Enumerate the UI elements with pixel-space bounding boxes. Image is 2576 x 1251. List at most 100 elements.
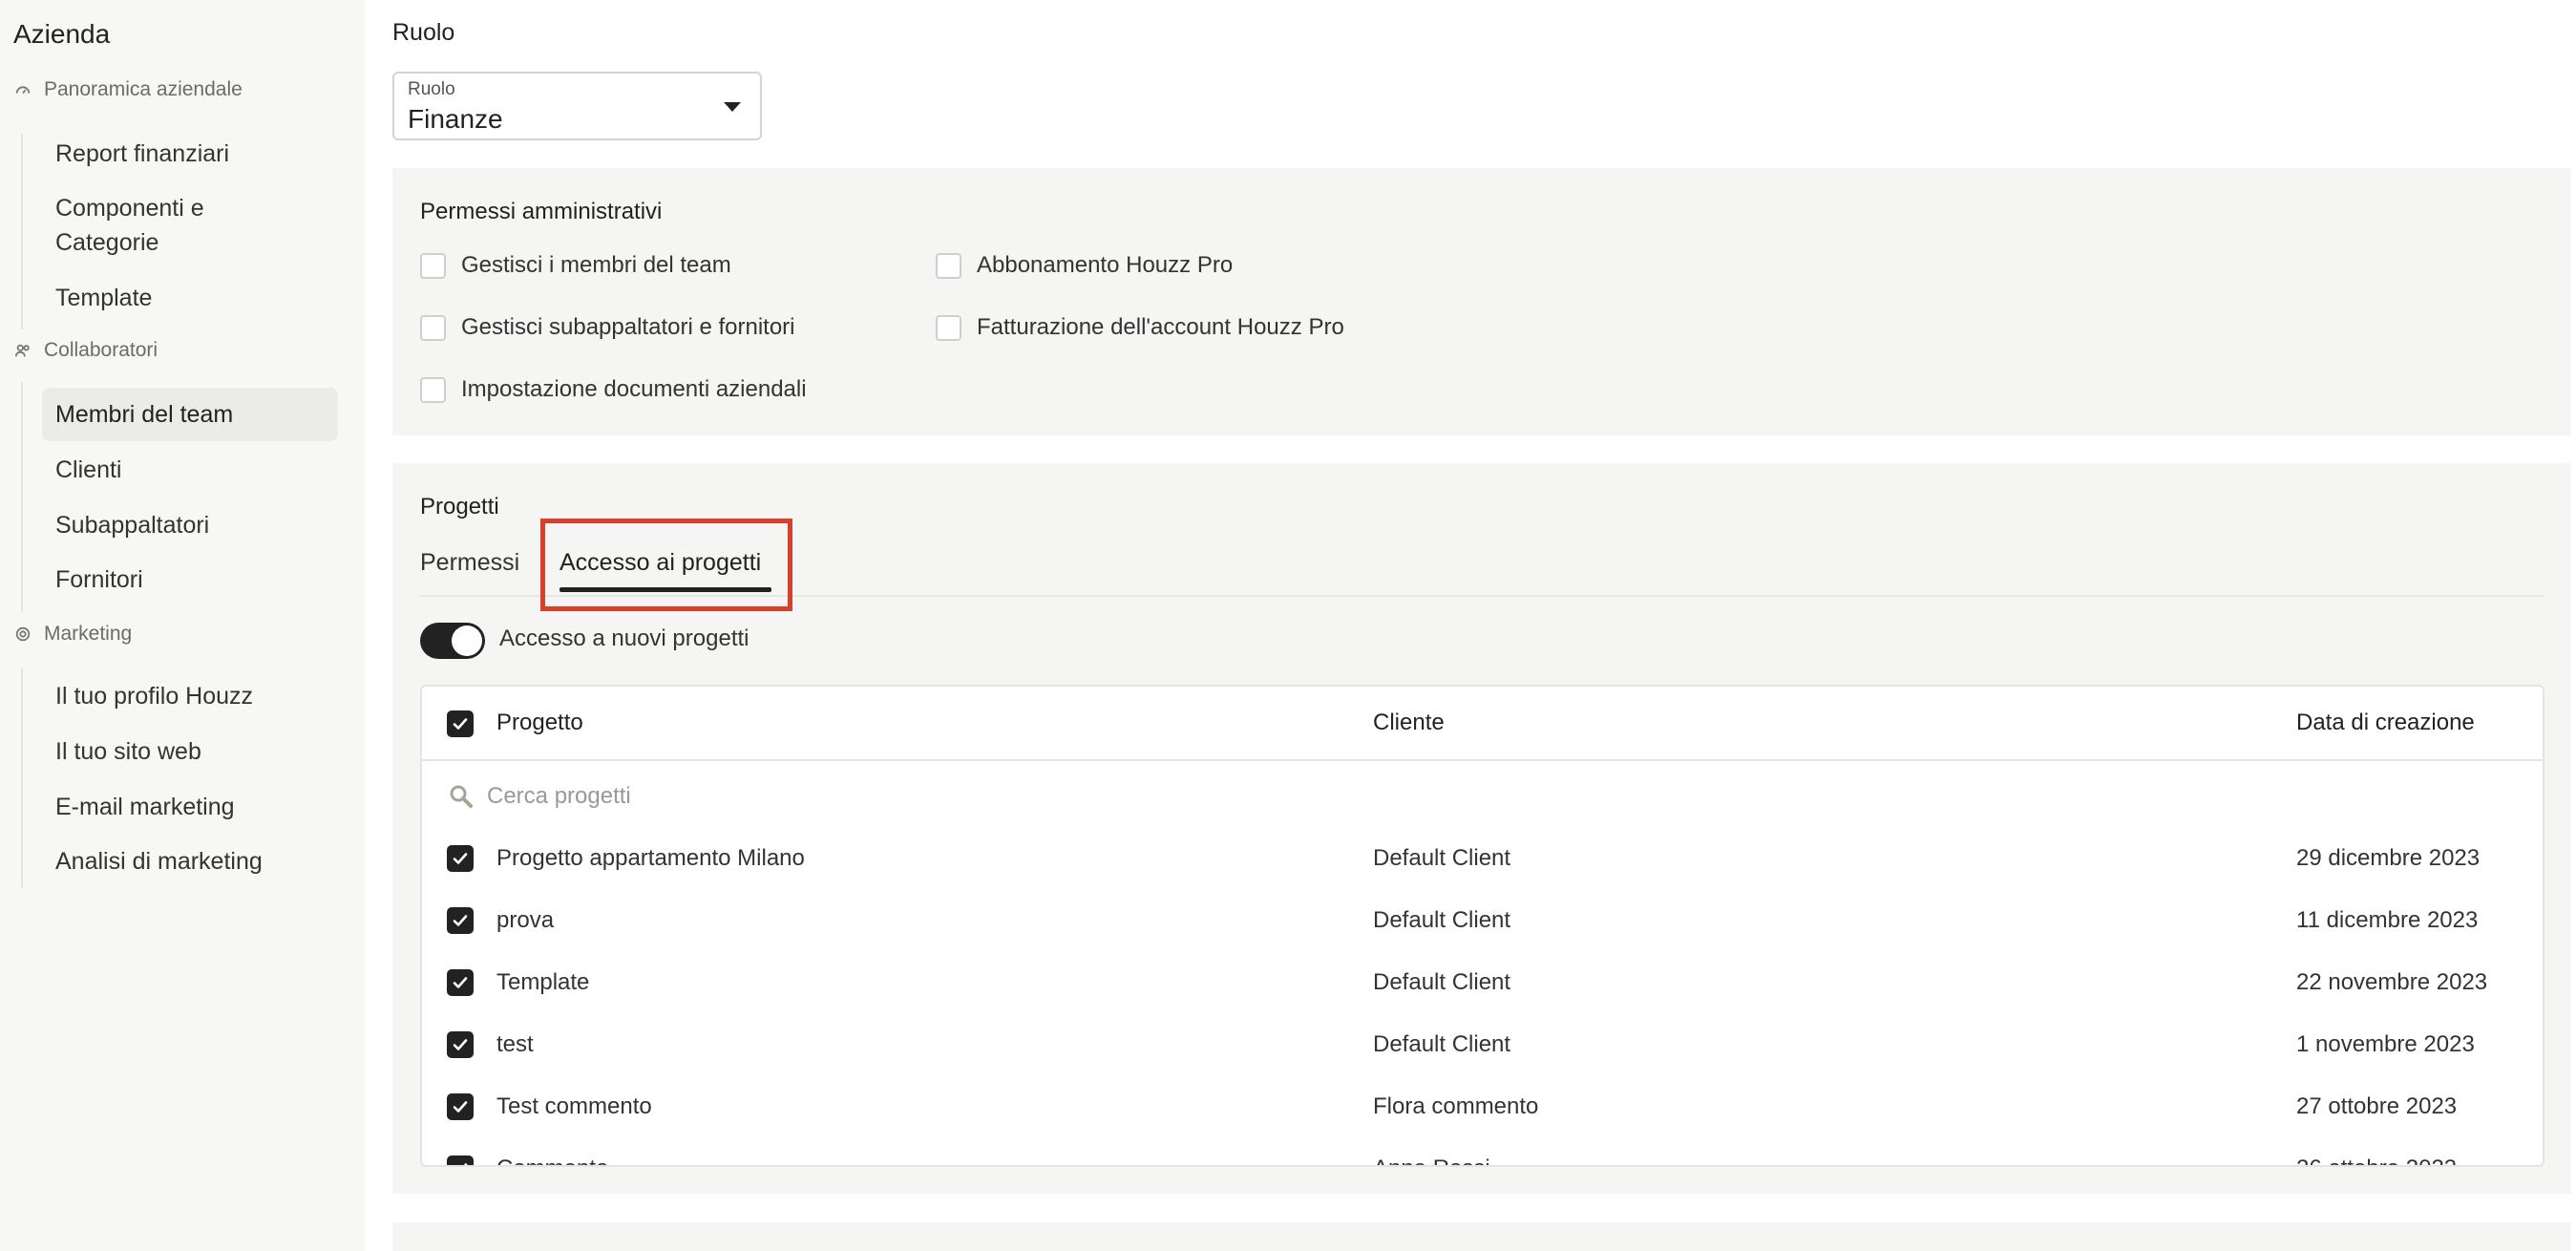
sidebar-item-membri-del-team[interactable]: Membri del team — [42, 388, 338, 441]
table-row[interactable]: Template Default Client 22 novembre 2023 — [422, 952, 2543, 1014]
role-select[interactable]: Ruolo Finanze — [392, 72, 762, 140]
check-icon — [453, 1101, 468, 1113]
projects-title: Progetti — [420, 494, 499, 519]
checkbox-label: Gestisci subappaltatori e fornitori — [461, 314, 795, 340]
cell-project: test — [496, 1031, 534, 1057]
sidebar-item-report-finanziari[interactable]: Report finanziari — [42, 137, 338, 171]
cell-client: Default Client — [1373, 907, 1511, 933]
sidebar-section-label: Collaboratori — [44, 339, 158, 361]
column-header-cliente[interactable]: Cliente — [1373, 710, 1445, 736]
column-header-data[interactable]: Data di creazione — [2296, 710, 2475, 736]
sidebar: Azienda Panoramica aziendale Report fina… — [0, 0, 365, 1251]
table-row[interactable]: Commento Anna Rossi 26 ottobre 2023 — [422, 1138, 2543, 1165]
check-icon — [453, 853, 468, 864]
sidebar-item-label: Clienti — [55, 456, 122, 483]
checkbox-label: Fatturazione dell'account Houzz Pro — [977, 314, 1344, 340]
row-checkbox[interactable] — [447, 1031, 474, 1058]
sidebar-item-label: Categorie — [55, 229, 159, 256]
cell-date: 1 novembre 2023 — [2296, 1031, 2475, 1057]
sidebar-group-line — [21, 382, 23, 611]
sidebar-section-panoramica[interactable]: Panoramica aziendale — [13, 78, 243, 101]
role-field-label: Ruolo — [408, 79, 455, 99]
sidebar-group-line — [21, 668, 23, 888]
cell-date: 22 novembre 2023 — [2296, 969, 2488, 995]
row-checkbox[interactable] — [447, 907, 474, 934]
role-heading: Ruolo — [392, 19, 455, 46]
sidebar-item-componenti[interactable]: Componenti e Categorie — [42, 191, 338, 260]
cell-date: 11 dicembre 2023 — [2296, 907, 2479, 933]
checkbox-account-billing[interactable]: Fatturazione dell'account Houzz Pro — [936, 314, 1344, 341]
sidebar-section-label: Panoramica aziendale — [44, 78, 243, 100]
check-icon — [453, 718, 468, 730]
check-icon — [453, 915, 468, 926]
sidebar-title: Azienda — [13, 19, 111, 49]
select-all-checkbox[interactable] — [447, 710, 474, 737]
table-row[interactable]: test Default Client 1 novembre 2023 — [422, 1014, 2543, 1076]
checkbox-houzz-subscription[interactable]: Abbonamento Houzz Pro — [936, 252, 1233, 279]
table-row[interactable]: prova Default Client 11 dicembre 2023 — [422, 890, 2543, 952]
cell-client: Anna Rossi — [1373, 1156, 1490, 1165]
sidebar-item-label: Subappaltatori — [55, 512, 210, 539]
sidebar-item-label: Analisi di marketing — [55, 848, 263, 875]
people-icon — [13, 341, 32, 360]
row-checkbox[interactable] — [447, 1093, 474, 1120]
row-checkbox[interactable] — [447, 1156, 474, 1165]
table-row[interactable]: Progetto appartamento Milano Default Cli… — [422, 828, 2543, 890]
table-row[interactable]: Test commento Flora commento 27 ottobre … — [422, 1076, 2543, 1138]
sidebar-item-profilo-houzz[interactable]: Il tuo profilo Houzz — [42, 679, 338, 713]
sidebar-item-label: Template — [55, 285, 153, 311]
checkbox-box[interactable] — [420, 252, 446, 279]
new-projects-access-toggle[interactable] — [420, 623, 485, 659]
tab-permessi[interactable]: Permessi — [420, 549, 519, 577]
sidebar-item-email-marketing[interactable]: E-mail marketing — [42, 790, 338, 824]
sidebar-section-label: Marketing — [44, 623, 133, 645]
table-header: Progetto Cliente Data di creazione — [422, 687, 2543, 761]
at-icon — [13, 625, 32, 644]
checkbox-box[interactable] — [936, 252, 961, 279]
search-placeholder: Cerca progetti — [487, 783, 631, 809]
check-icon — [463, 1163, 468, 1165]
row-checkbox[interactable] — [447, 969, 474, 996]
sidebar-item-sito-web[interactable]: Il tuo sito web — [42, 734, 338, 769]
check-icon — [453, 1039, 468, 1050]
checkbox-box[interactable] — [420, 376, 446, 403]
checkbox-manage-subcontractors[interactable]: Gestisci subappaltatori e fornitori — [420, 314, 795, 341]
checkbox-company-documents[interactable]: Impostazione documenti aziendali — [420, 376, 807, 403]
sidebar-item-label: Componenti e — [55, 195, 204, 222]
cell-project: Commento — [496, 1156, 608, 1165]
chevron-down-icon — [724, 102, 741, 112]
sidebar-section-collaboratori[interactable]: Collaboratori — [13, 339, 158, 362]
search-icon — [450, 785, 473, 808]
cell-date: 27 ottobre 2023 — [2296, 1093, 2458, 1119]
sidebar-group-line — [21, 134, 23, 329]
cell-project: prova — [496, 907, 555, 933]
checkbox-manage-team[interactable]: Gestisci i membri del team — [420, 252, 731, 279]
sidebar-item-label: Report finanziari — [55, 140, 230, 167]
check-icon — [453, 977, 468, 988]
sidebar-item-fornitori[interactable]: Fornitori — [42, 562, 338, 597]
projects-table: Progetto Cliente Data di creazione Cerca… — [420, 685, 2544, 1167]
cell-project: Test commento — [496, 1093, 652, 1119]
checkbox-box[interactable] — [420, 314, 446, 341]
sidebar-item-label: Membri del team — [55, 401, 234, 428]
row-checkbox[interactable] — [447, 845, 474, 872]
sidebar-item-label: Il tuo profilo Houzz — [55, 683, 254, 710]
sidebar-section-marketing[interactable]: Marketing — [13, 623, 132, 646]
cell-project: Template — [496, 969, 590, 995]
cell-date: 26 ottobre 2023 — [2296, 1156, 2457, 1165]
sidebar-item-analisi-marketing[interactable]: Analisi di marketing — [42, 844, 338, 879]
sidebar-item-label: Fornitori — [55, 566, 143, 593]
cell-client: Default Client — [1373, 845, 1511, 871]
sidebar-item-clienti[interactable]: Clienti — [42, 453, 338, 487]
column-header-progetto[interactable]: Progetto — [496, 710, 583, 736]
cell-client: Default Client — [1373, 1031, 1511, 1057]
toggle-knob — [452, 626, 482, 656]
admin-permissions-title: Permessi amministrativi — [420, 199, 663, 224]
sidebar-item-subappaltatori[interactable]: Subappaltatori — [42, 508, 338, 542]
cell-date: 29 dicembre 2023 — [2296, 845, 2481, 871]
checkbox-box[interactable] — [936, 314, 961, 341]
sidebar-item-template[interactable]: Template — [42, 281, 338, 315]
project-search-input[interactable]: Cerca progetti — [447, 782, 631, 811]
gauge-icon — [13, 80, 32, 99]
sidebar-item-label: Il tuo sito web — [55, 738, 201, 765]
